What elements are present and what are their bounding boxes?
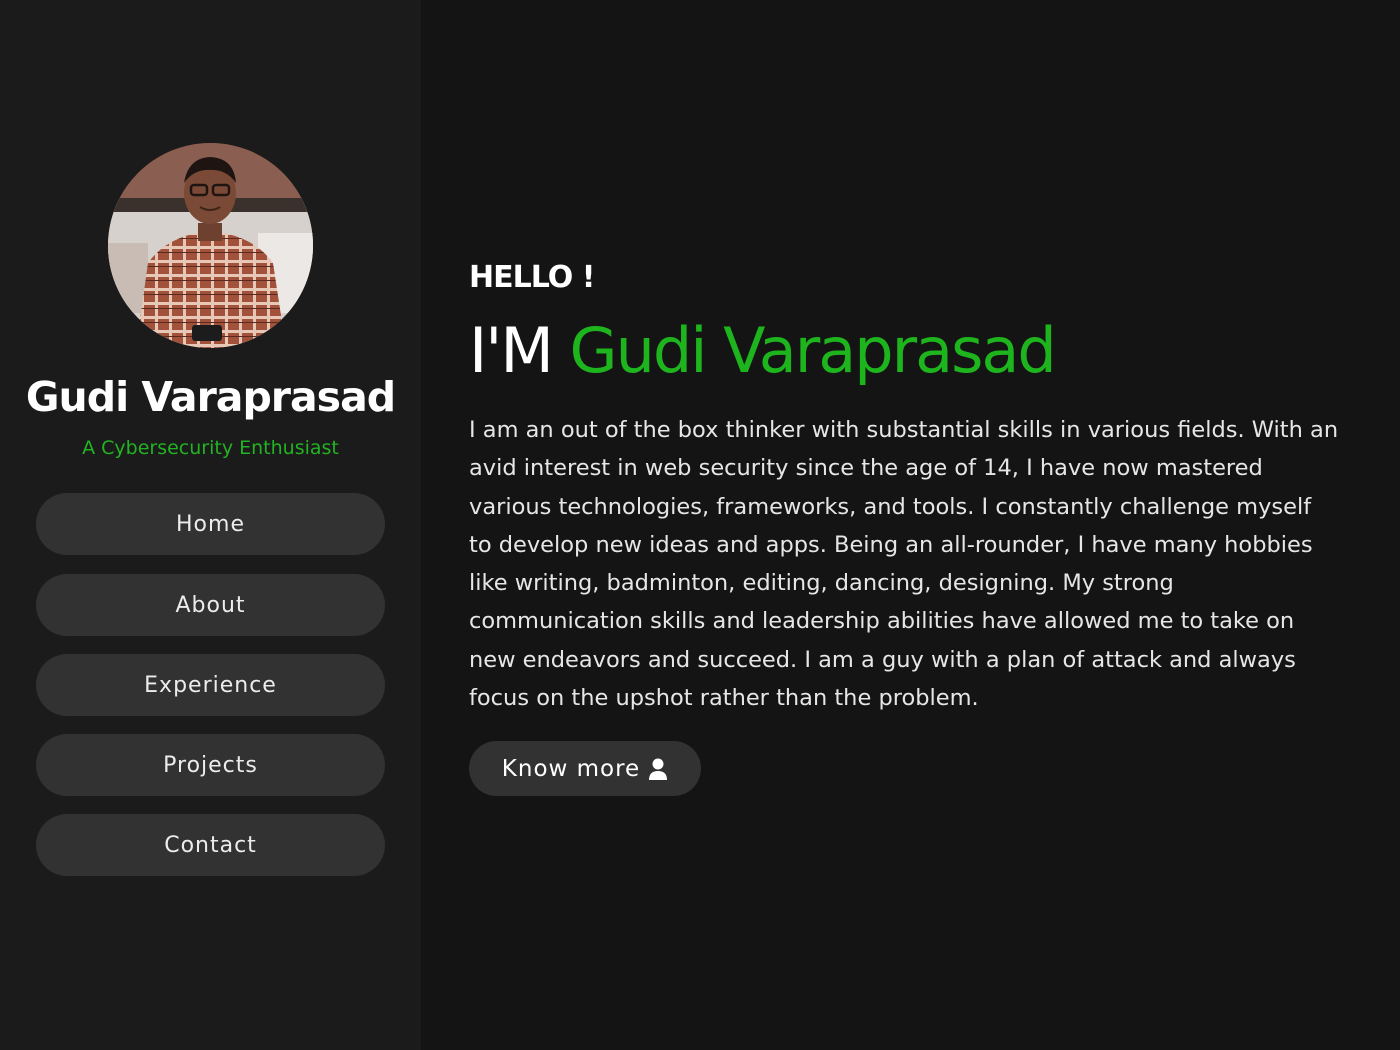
know-more-button[interactable]: Know more [469, 741, 701, 796]
hero-greeting: HELLO ! [469, 260, 595, 295]
nav-about-button[interactable]: About [36, 574, 385, 636]
profile-tagline: A Cybersecurity Enthusiast [82, 437, 339, 459]
know-more-label: Know more [501, 755, 641, 782]
hero-prefix: I'M [469, 314, 554, 387]
avatar [108, 143, 313, 348]
hero-name: Gudi Varaprasad [569, 314, 1057, 387]
user-icon [648, 758, 668, 780]
hero-headline: I'M Gudi Varaprasad [469, 311, 1057, 391]
sidebar: Gudi Varaprasad A Cybersecurity Enthusia… [0, 0, 421, 1050]
avatar-photo [108, 143, 313, 348]
nav-experience-button[interactable]: Experience [36, 654, 385, 716]
hero-bio: I am an out of the box thinker with subs… [469, 417, 1339, 712]
profile-name: Gudi Varaprasad [25, 373, 396, 421]
nav-projects-button[interactable]: Projects [36, 734, 385, 796]
nav-contact-button[interactable]: Contact [36, 814, 385, 876]
nav-home-button[interactable]: Home [36, 493, 385, 555]
page: Gudi Varaprasad A Cybersecurity Enthusia… [0, 0, 1400, 1050]
